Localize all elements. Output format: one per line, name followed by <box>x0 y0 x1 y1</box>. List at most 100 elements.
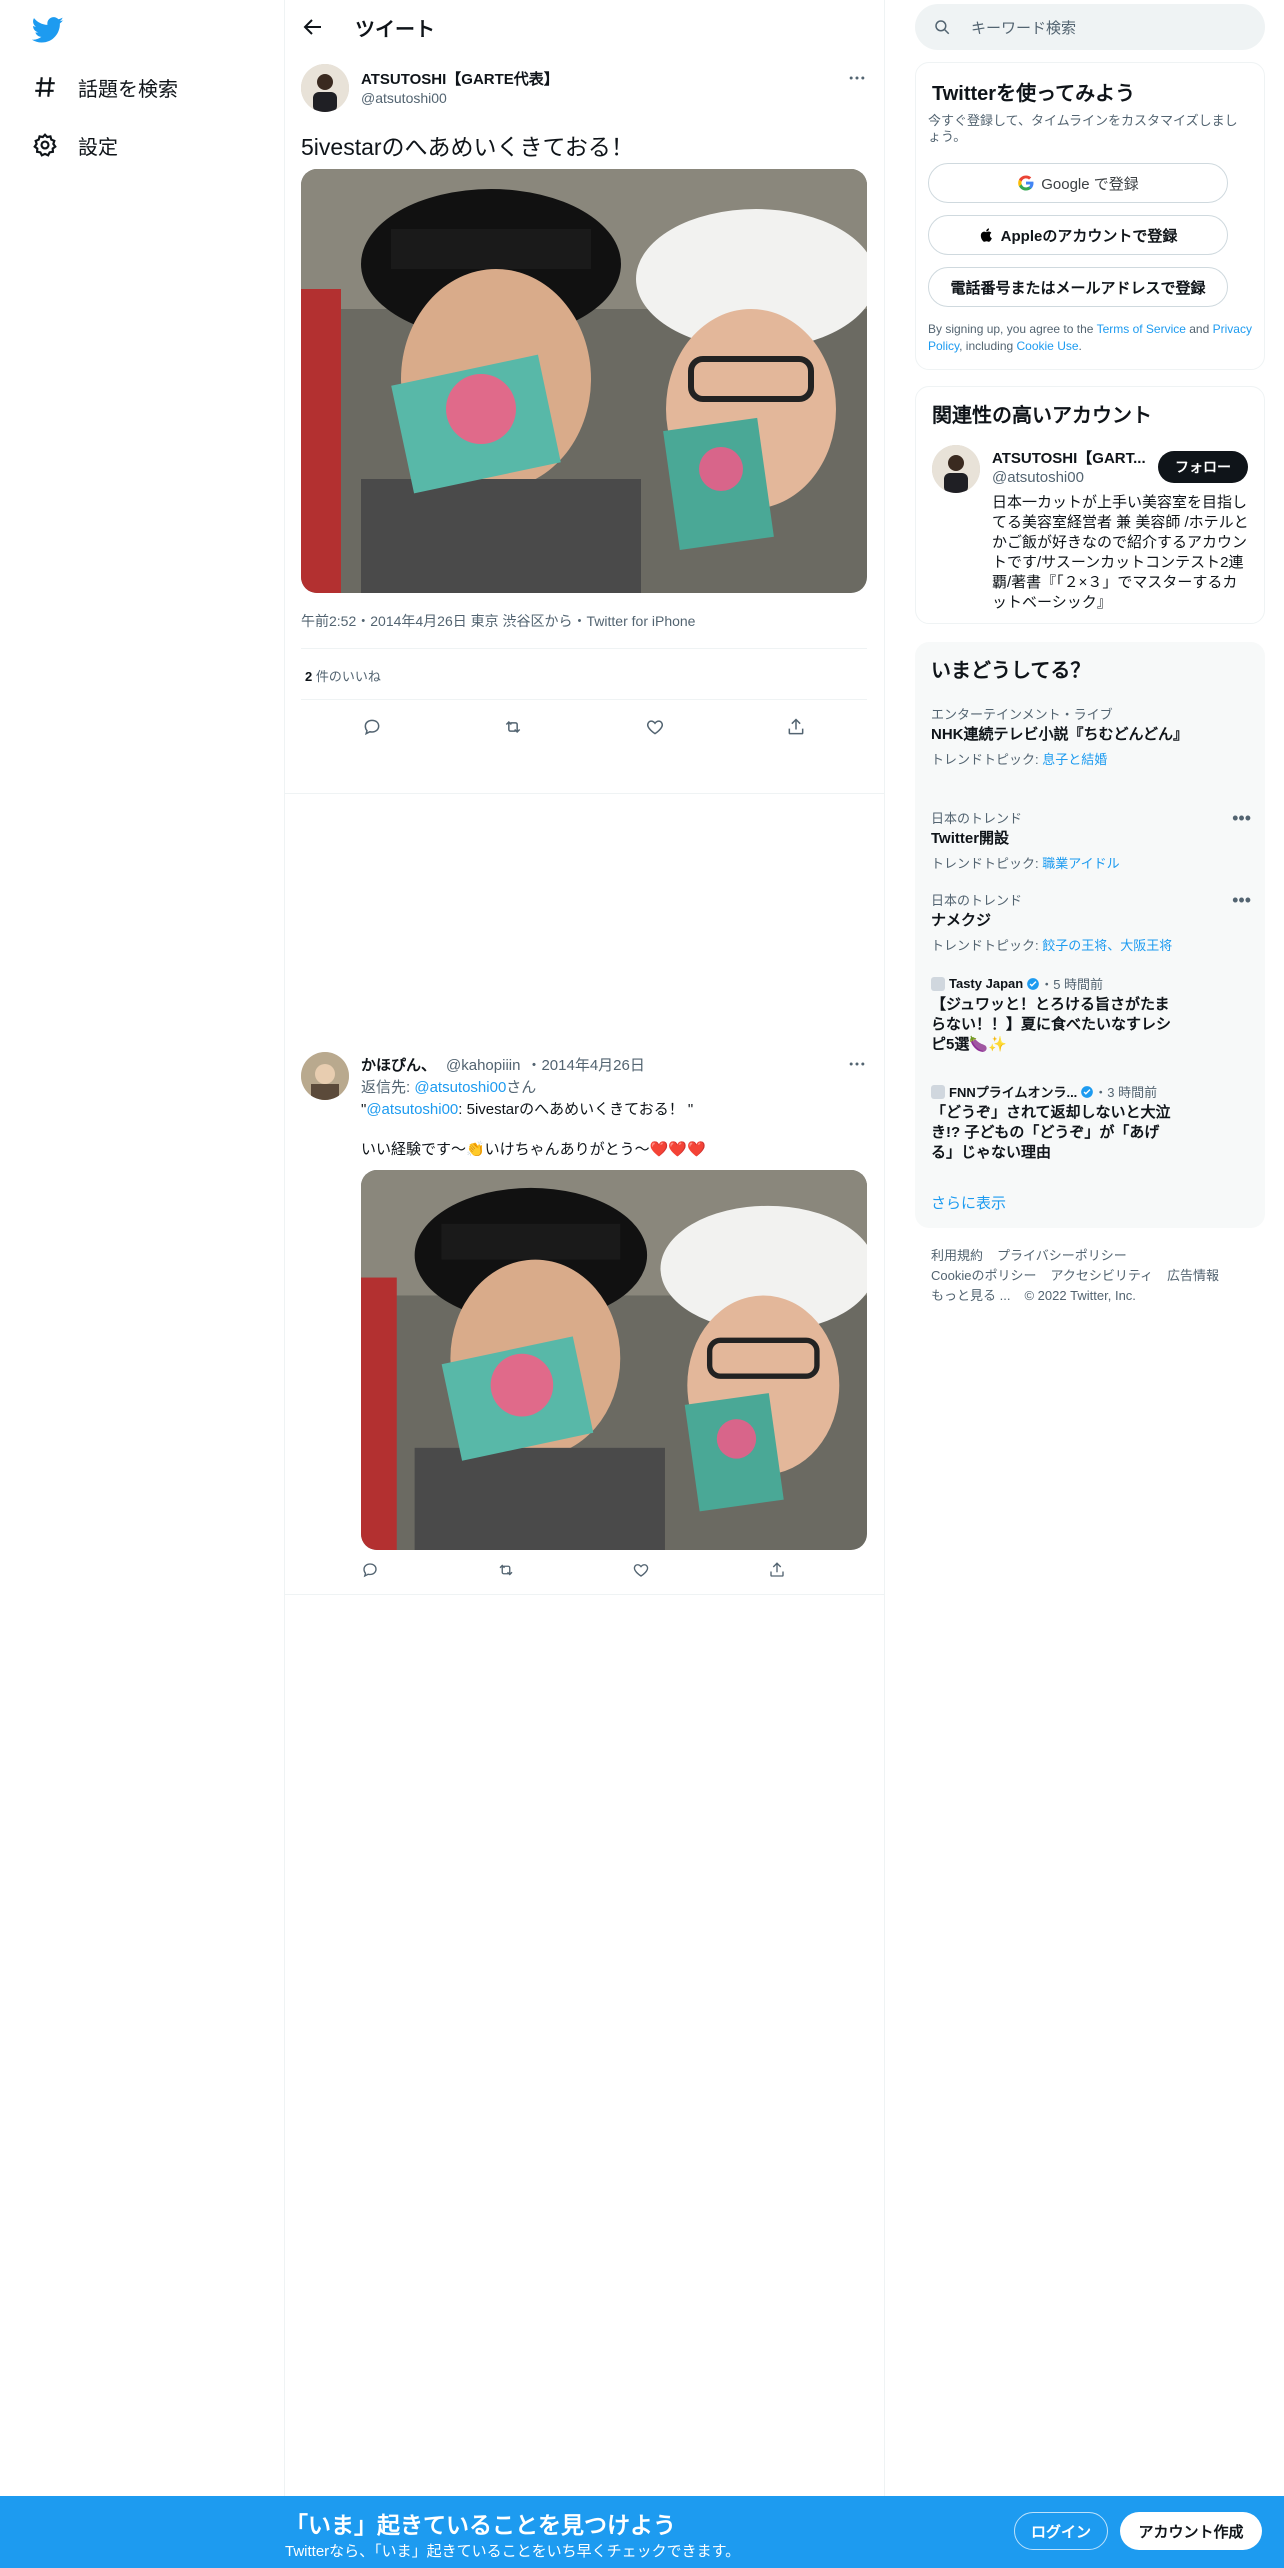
more-options-icon[interactable] <box>847 68 867 88</box>
main-tweet: ATSUTOSHI【GARTE代表】 @atsutoshi00 5ivestar… <box>285 54 885 794</box>
quote-handle-link[interactable]: @atsutoshi00 <box>366 1101 458 1118</box>
avatar[interactable] <box>301 64 349 112</box>
divider <box>301 699 867 700</box>
create-account-label: アカウント作成 <box>1138 2523 1244 2541</box>
footer-links: 利用規約 プライバシーポリシー Cookieのポリシー アクセシビリティ 広告情報 も… <box>931 1246 1251 1306</box>
footer-link-privacy[interactable]: プライバシーポリシー <box>997 1248 1127 1263</box>
footer-link-cookie[interactable]: Cookieのポリシー <box>931 1268 1036 1283</box>
cookie-link[interactable]: Cookie Use <box>1017 339 1079 353</box>
news-item[interactable]: FNNプライムオンラ... ・3 時間前 「どうぞ」されて返却しないと大泣き!?… <box>931 1082 1171 1163</box>
reply-header: かほぴん、 @kahopiiin ・2014年4月26日 <box>361 1054 645 1075</box>
phone-email-signup-button[interactable]: 電話番号またはメールアドレスで登録 <box>928 267 1228 307</box>
more-options-icon[interactable]: ••• <box>1232 808 1251 829</box>
trend-topic-link[interactable]: 息子と結婚 <box>1042 752 1107 767</box>
retweet-icon[interactable] <box>503 717 523 737</box>
footer-link-more[interactable]: もっと見る ... <box>931 1288 1010 1303</box>
trend-topic-link[interactable]: 職業アイドル <box>1042 856 1119 871</box>
share-icon[interactable] <box>786 717 806 737</box>
search-icon <box>935 20 950 35</box>
trend-item[interactable]: 日本のトレンド ナメクジ トレンドトピック: 餃子の王将、大阪王将 <box>931 890 1231 954</box>
trend-topic: トレンドトピック: 餃子の王将、大阪王将 <box>931 935 1231 954</box>
main-column: ツイート ATSUTOSHI【GARTE代表】 @atsutoshi00 5iv… <box>285 0 885 2500</box>
bottom-signup-bar: 「いま」起きていることを見つけよう Twitterなら、「いま」起きていることを… <box>0 2496 1284 2568</box>
twitter-logo-icon[interactable] <box>32 14 64 46</box>
trend-item[interactable]: エンターテインメント・ライブ NHK連続テレビ小説『ちむどんどん』 トレンドトピ… <box>931 704 1231 768</box>
google-signup-button[interactable]: Google で登録 <box>928 163 1228 203</box>
news-item[interactable]: Tasty Japan ・5 時間前 【ジュワッと！とろける旨さがたまらない！！… <box>931 974 1171 1055</box>
author-name[interactable]: かほぴん、 <box>361 1054 436 1075</box>
author-handle[interactable]: @atsutoshi00 <box>361 90 447 106</box>
nav-settings-label: 設定 <box>78 136 118 159</box>
back-arrow-icon[interactable] <box>301 15 325 39</box>
related-handle[interactable]: @atsutoshi00 <box>992 469 1084 486</box>
trend-title: Twitter開設 <box>931 830 1010 847</box>
create-account-button[interactable]: アカウント作成 <box>1120 2512 1262 2550</box>
trend-topic: トレンドトピック: 職業アイドル <box>931 853 1231 872</box>
page-title: ツイート <box>355 18 435 41</box>
google-signup-label: Google で登録 <box>1041 175 1139 193</box>
more-options-icon[interactable]: ••• <box>1232 890 1251 911</box>
reply-body: いい経験です〜👏いけちゃんありがとう〜❤️❤️❤️ <box>361 1141 706 1158</box>
avatar[interactable] <box>932 445 980 493</box>
reply-photo[interactable] <box>361 1170 867 1550</box>
divider <box>301 648 867 649</box>
news-source: FNNプライムオンラ... <box>949 1085 1078 1100</box>
verified-badge-icon <box>1081 1085 1094 1098</box>
quote-line: "@atsutoshi00: 5ivestarのへあめいくきておる！ " <box>361 1098 693 1119</box>
source-avatar-icon <box>931 976 945 991</box>
trend-category: 日本のトレンド <box>931 893 1023 908</box>
nav-explore[interactable]: 話題を検索 <box>32 67 178 107</box>
left-navigation: 話題を検索 設定 <box>0 0 285 2568</box>
signup-title: Twitterを使ってみよう <box>932 83 1136 105</box>
source-avatar-icon <box>931 1084 945 1099</box>
more-options-icon[interactable] <box>847 1054 867 1074</box>
related-accounts-card: 関連性の高いアカウント ATSUTOSHI【GART... @atsutoshi… <box>915 386 1265 624</box>
likes-label: 件のいいね <box>315 669 381 684</box>
share-icon[interactable] <box>768 1561 786 1579</box>
reply-to-suffix: さん <box>506 1079 537 1096</box>
apple-signup-button[interactable]: Appleのアカウントで登録 <box>928 215 1228 255</box>
quote-text: : 5ivestarのへあめいくきておる！ " <box>458 1101 694 1118</box>
login-button[interactable]: ログイン <box>1014 2512 1108 2550</box>
reply-icon[interactable] <box>362 717 382 737</box>
like-icon[interactable] <box>632 1561 650 1579</box>
news-time: ・3 時間前 <box>1094 1085 1158 1100</box>
reply-icon[interactable] <box>361 1561 379 1579</box>
show-more-link[interactable]: さらに表示 <box>931 1192 1006 1213</box>
reply-actions <box>361 1558 786 1582</box>
author-name[interactable]: ATSUTOSHI【GARTE代表】 <box>361 68 559 89</box>
reply-to-prefix: 返信先: <box>361 1079 415 1096</box>
nav-settings[interactable]: 設定 <box>32 125 118 165</box>
news-title: 【ジュワッと！とろける旨さがたまらない！！】夏に食べたいなすレシピ5選🍆✨ <box>931 996 1172 1053</box>
trend-topic-link[interactable]: 餃子の王将、大阪王将 <box>1042 938 1172 953</box>
trend-topic-prefix: トレンドトピック: <box>931 938 1043 953</box>
reply-tweet[interactable]: かほぴん、 @kahopiiin ・2014年4月26日 返信先: @atsut… <box>285 1040 885 1595</box>
search-box[interactable]: キーワード検索 <box>915 4 1265 50</box>
tweet-date[interactable]: ・2014年4月26日 <box>526 1054 644 1075</box>
avatar[interactable] <box>301 1052 349 1100</box>
footer-link-terms[interactable]: 利用規約 <box>931 1248 983 1263</box>
related-name[interactable]: ATSUTOSHI【GART... <box>992 447 1146 468</box>
signup-subtitle: 今すぐ登録して、タイムラインをカスタマイズしましょう。 <box>928 113 1238 144</box>
avatar-image <box>301 64 349 112</box>
likes-stat[interactable]: 2 件のいいね <box>305 666 381 685</box>
reply-to-handle-link[interactable]: @atsutoshi00 <box>414 1079 506 1096</box>
trend-item[interactable]: 日本のトレンド Twitter開設 トレンドトピック: 職業アイドル <box>931 808 1231 872</box>
follow-label: フォロー <box>1175 459 1231 475</box>
nav-explore-label: 話題を検索 <box>78 78 178 101</box>
footer-link-accessibility[interactable]: アクセシビリティ <box>1050 1268 1153 1283</box>
follow-button[interactable]: フォロー <box>1158 451 1248 483</box>
hashtag-icon <box>35 77 55 97</box>
news-source-line: FNNプライムオンラ... ・3 時間前 <box>931 1082 1171 1101</box>
tweet-photo[interactable] <box>301 169 867 593</box>
like-icon[interactable] <box>645 717 665 737</box>
author-handle[interactable]: @kahopiiin <box>446 1057 520 1074</box>
terms-link[interactable]: Terms of Service <box>1097 322 1186 336</box>
legal-prefix: By signing up, you agree to the <box>928 322 1097 336</box>
legal-including: , including <box>959 339 1017 353</box>
retweet-icon[interactable] <box>497 1561 515 1579</box>
footer-link-ads[interactable]: 広告情報 <box>1167 1268 1219 1283</box>
reply-to-line: 返信先: @atsutoshi00さん <box>361 1076 536 1097</box>
tweet-meta: 午前2:52・2014年4月26日 東京 渋谷区から・Twitter for i… <box>301 613 696 629</box>
gear-icon <box>33 133 57 157</box>
